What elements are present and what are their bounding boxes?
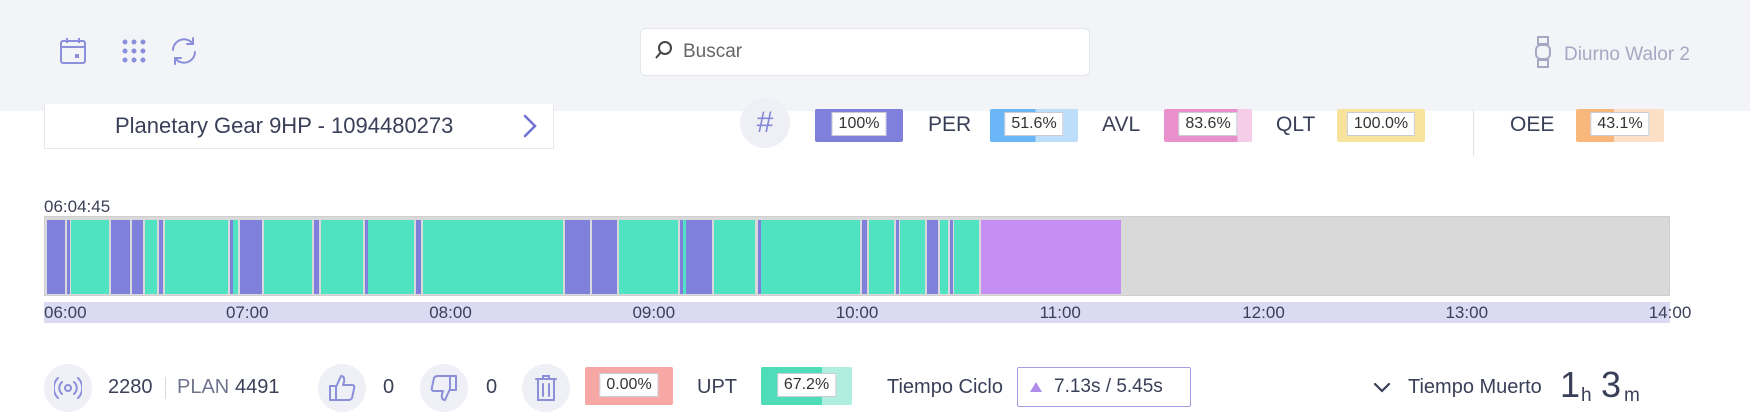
- timeline-segment-stopped[interactable]: [415, 220, 421, 294]
- avl-label: AVL: [1102, 113, 1141, 136]
- muerto-hours: 1: [1560, 364, 1581, 405]
- rejects-value: 0.00%: [599, 373, 659, 397]
- triangle-up-icon: [1030, 376, 1042, 398]
- muerto-hours-unit: h: [1581, 385, 1592, 406]
- time-tick-label: 06:00: [44, 303, 87, 322]
- timeline-segment-stopped[interactable]: [591, 220, 617, 294]
- timeline-segment-stopped[interactable]: [314, 220, 320, 294]
- timeline-segment-running[interactable]: [165, 220, 228, 294]
- timeline-segment-running[interactable]: [321, 220, 364, 294]
- grid-icon[interactable]: [118, 35, 150, 67]
- good-count: 0: [383, 376, 395, 398]
- trash-icon[interactable]: [522, 364, 570, 412]
- time-tick-label: 13:00: [1445, 303, 1489, 322]
- calendar-icon[interactable]: [57, 35, 89, 67]
- user-menu[interactable]: Diurno Walor 2: [1534, 36, 1690, 74]
- top-bar: Diurno Walor 2: [0, 0, 1750, 111]
- plan-divider: [165, 377, 166, 399]
- per-pill: 51.6%: [990, 109, 1078, 142]
- timeline-segment-running[interactable]: [233, 220, 238, 294]
- timeline-segment-stopped[interactable]: [239, 220, 262, 294]
- time-tick-label: 11:00: [1039, 303, 1081, 322]
- ciclo-value: 7.13s / 5.45s: [1054, 376, 1163, 397]
- search-input[interactable]: [683, 41, 1063, 63]
- ciclo-box[interactable]: 7.13s / 5.45s: [1017, 367, 1191, 407]
- production-timeline[interactable]: [44, 216, 1670, 296]
- timeline-segment-running[interactable]: [368, 220, 414, 294]
- watch-icon: [1534, 36, 1552, 74]
- count-value: 100%: [831, 112, 887, 136]
- timeline-segment-running[interactable]: [422, 220, 563, 294]
- search-icon: [655, 40, 673, 65]
- timeline-start-time: 06:04:45: [44, 197, 111, 216]
- ciclo-label: Tiempo Ciclo: [887, 376, 1003, 398]
- hash-icon[interactable]: #: [740, 98, 790, 148]
- upt-label: UPT: [697, 376, 737, 398]
- rejects-pill: 0.00%: [585, 367, 673, 405]
- bad-count: 0: [486, 376, 498, 398]
- upt-pill: 67.2%: [761, 367, 852, 405]
- time-tick-label: 10:00: [835, 303, 879, 322]
- time-tick-label: 12:00: [1242, 303, 1285, 322]
- time-tick-label: 14:00: [1648, 303, 1692, 322]
- product-selector[interactable]: Planetary Gear 9HP - 1094480273: [44, 104, 554, 149]
- oee-value: 43.1%: [1590, 112, 1650, 136]
- search-box[interactable]: [640, 28, 1090, 76]
- qlt-pill: 100.0%: [1337, 109, 1425, 142]
- timeline-segment-running[interactable]: [869, 220, 895, 294]
- timeline-segment-stopped[interactable]: [131, 220, 144, 294]
- timeline-segment-running[interactable]: [713, 220, 756, 294]
- per-value: 51.6%: [1004, 112, 1064, 136]
- timeline-segment-running[interactable]: [899, 220, 925, 294]
- timeline-segment-stopped[interactable]: [862, 220, 868, 294]
- timeline-segment-running[interactable]: [760, 220, 861, 294]
- timeline-segment-stopped[interactable]: [686, 220, 712, 294]
- thumbs-down-icon[interactable]: [420, 364, 468, 412]
- chevron-down-icon[interactable]: [1373, 381, 1391, 399]
- timeline-segment-other[interactable]: [980, 220, 1121, 294]
- timeline-segment-running[interactable]: [618, 220, 678, 294]
- produced-count: 2280: [108, 376, 153, 398]
- time-tick-label: 08:00: [429, 303, 472, 322]
- timeline-segment-stopped[interactable]: [564, 220, 590, 294]
- muerto-minutes-unit: m: [1624, 385, 1640, 406]
- avl-value: 83.6%: [1178, 112, 1238, 136]
- avl-pill: 83.6%: [1164, 109, 1252, 142]
- timeline-segment-running[interactable]: [953, 220, 979, 294]
- timeline-segment-stopped[interactable]: [47, 220, 66, 294]
- timeline-segment-running[interactable]: [263, 220, 313, 294]
- oee-label: OEE: [1510, 113, 1555, 136]
- per-label: PER: [928, 113, 972, 136]
- timeline-segment-stopped[interactable]: [158, 220, 164, 294]
- product-name: Planetary Gear 9HP - 1094480273: [115, 113, 454, 138]
- muerto-label: Tiempo Muerto: [1408, 376, 1542, 398]
- qlt-label: QLT: [1276, 113, 1316, 136]
- count-pill: 100%: [815, 109, 903, 142]
- thumbs-up-icon[interactable]: [318, 364, 366, 412]
- timeline-segment-running[interactable]: [940, 220, 949, 294]
- refresh-icon[interactable]: [168, 35, 200, 67]
- timeline-segment-stopped[interactable]: [111, 220, 130, 294]
- user-name: Diurno Walor 2: [1563, 44, 1690, 65]
- plan-value: 4491: [235, 376, 280, 398]
- plan-label: PLAN: [177, 376, 230, 398]
- muerto-minutes: 3: [1601, 364, 1622, 405]
- metrics-divider: [1473, 109, 1474, 156]
- upt-value: 67.2%: [776, 373, 837, 397]
- timeline-segment-running[interactable]: [70, 220, 110, 294]
- time-tick-label: 09:00: [632, 303, 676, 322]
- signal-icon[interactable]: [44, 364, 92, 412]
- chevron-right-icon[interactable]: [523, 114, 537, 143]
- time-tick-label: 07:00: [225, 303, 269, 322]
- qlt-value: 100.0%: [1346, 112, 1416, 136]
- timeline-segment-stopped[interactable]: [926, 220, 939, 294]
- timeline-segment-running[interactable]: [145, 220, 157, 294]
- oee-pill: 43.1%: [1576, 109, 1664, 142]
